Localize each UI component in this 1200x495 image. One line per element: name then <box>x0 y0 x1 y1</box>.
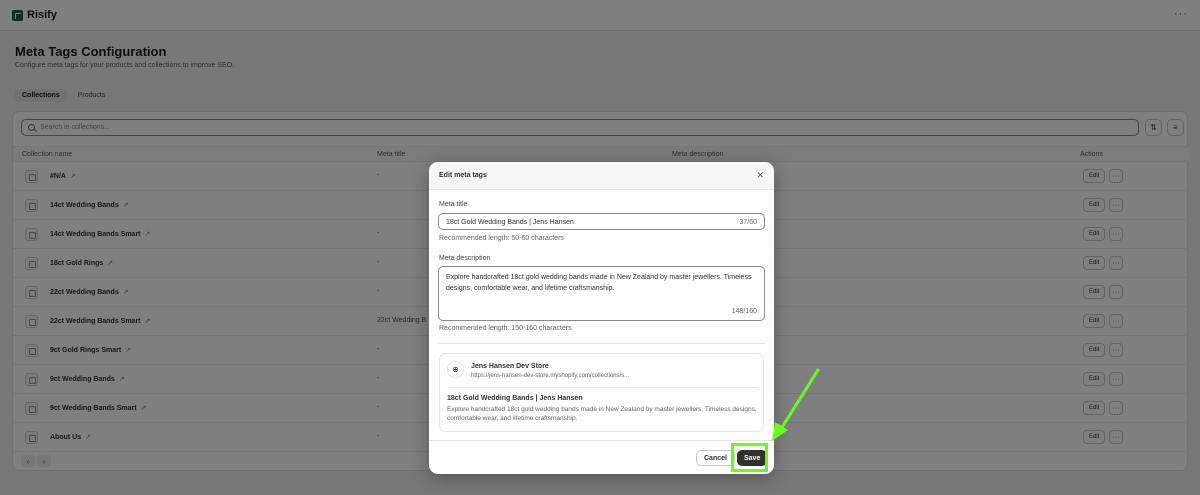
pointer-arrow <box>772 368 820 441</box>
